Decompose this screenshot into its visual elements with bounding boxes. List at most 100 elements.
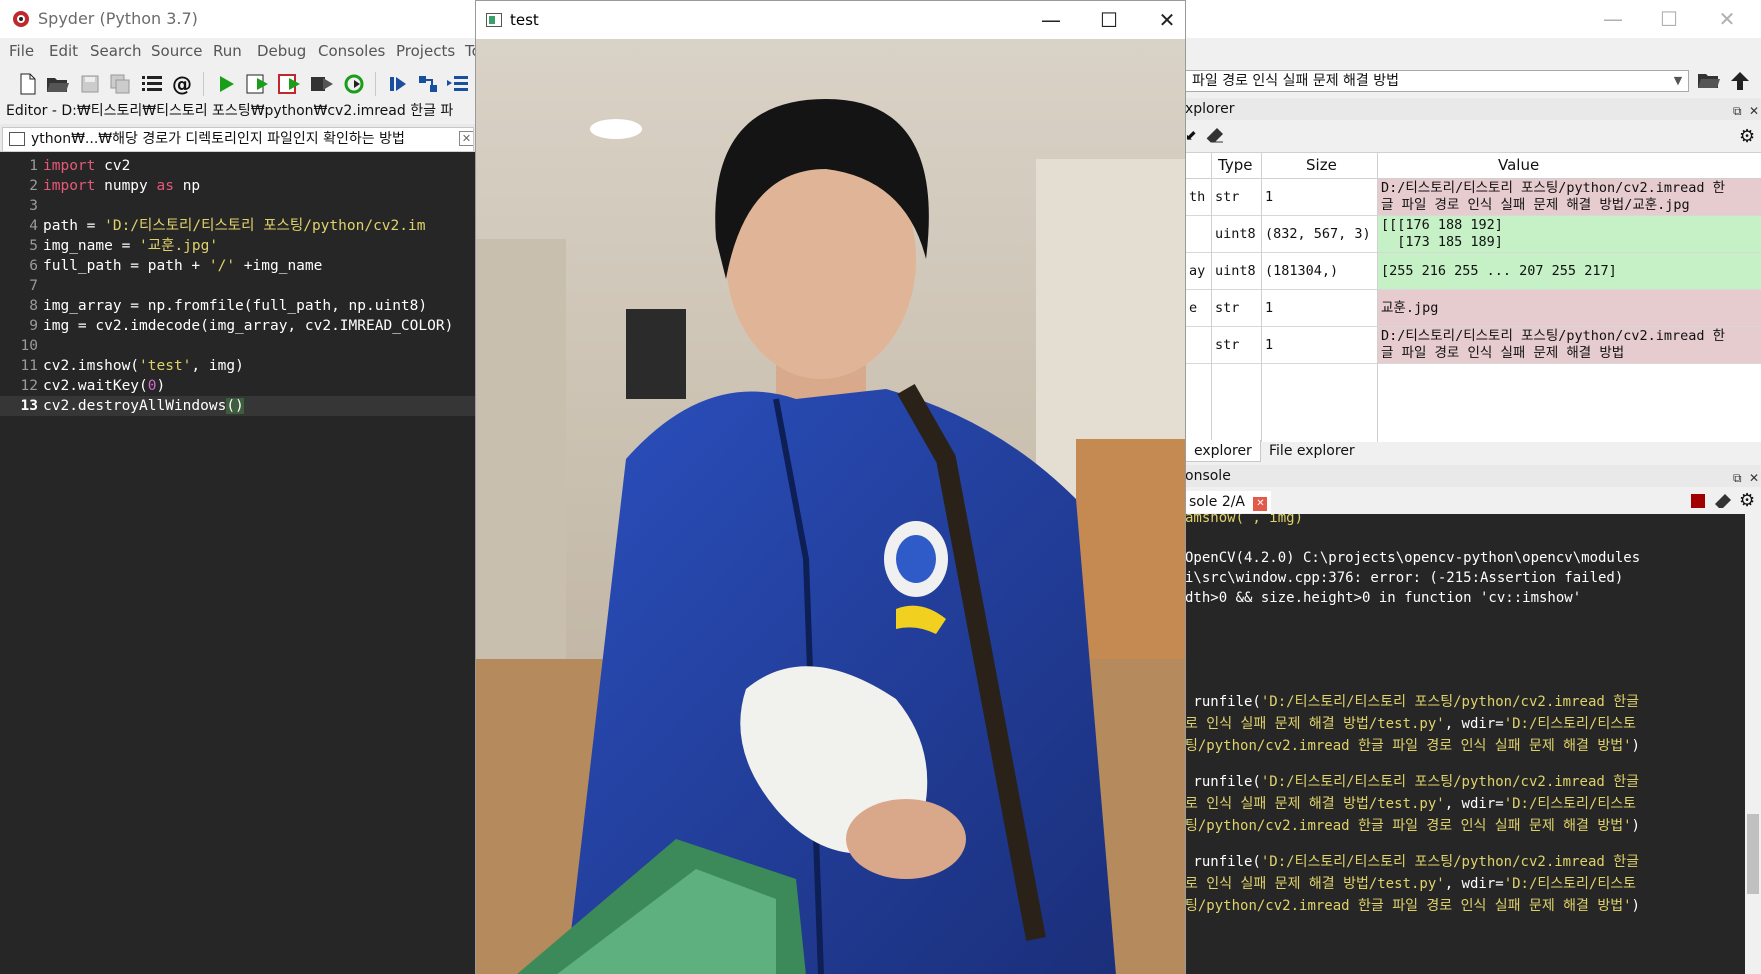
eraser-icon[interactable] xyxy=(1205,126,1225,148)
code-line: 9 img = cv2.imdecode(img_array, cv2.IMREA… xyxy=(29,318,454,334)
console-line: 로 인식 실패 문제 해결 방법/test.py', wdir='D:/티스토리… xyxy=(1185,716,1637,732)
variable-row[interactable]: str 1 D:/티스토리/티스토리 포스팅/python/cv2.imread… xyxy=(1185,327,1761,364)
console-tabbar: sole 2/A ✕ ⚙ xyxy=(1185,488,1761,514)
stop-icon[interactable] xyxy=(1691,494,1705,508)
editor-tab-label: ython₩...₩해당 경로가 디렉토리인지 파일인지 확인하는 방법 xyxy=(31,131,405,147)
console-line: 팅/python/cv2.imread 한글 파일 경로 인식 실패 문제 해결… xyxy=(1185,738,1640,754)
menu-search[interactable]: Search xyxy=(90,42,142,60)
image-window-title: test xyxy=(510,11,539,29)
variable-type: str xyxy=(1215,337,1240,353)
browse-folder-icon[interactable] xyxy=(1697,70,1721,94)
step-into-icon[interactable] xyxy=(444,70,472,98)
code-line: 12 cv2.waitKey(0) xyxy=(20,378,166,394)
variable-row[interactable]: ay uint8 (181304,) [255 216 255 ... 207 … xyxy=(1185,253,1761,290)
column-divider xyxy=(1211,153,1212,442)
code-line: 5 img_name = '교훈.jpg' xyxy=(29,238,219,254)
working-directory-combo[interactable]: 파일 경로 인식 실패 문제 해결 방법 ▼ xyxy=(1185,70,1689,92)
gear-icon[interactable]: ⚙ xyxy=(1739,490,1755,511)
console-line: dth>0 && size.height>0 in function 'cv::… xyxy=(1185,590,1582,606)
photo-of-person xyxy=(476,39,1185,974)
parent-directory-icon[interactable] xyxy=(1729,70,1751,96)
minimize-icon[interactable]: — xyxy=(1036,7,1066,33)
file-list-icon[interactable] xyxy=(138,70,166,98)
column-header-type[interactable]: Type xyxy=(1218,156,1252,174)
editor-file-tab[interactable]: ython₩...₩해당 경로가 디렉토리인지 파일인지 확인하는 방법 ✕ xyxy=(2,127,474,151)
explorer-tabbar: explorer File explorer xyxy=(1185,438,1761,464)
save-icon[interactable] xyxy=(76,70,104,98)
variable-type: str xyxy=(1215,300,1240,316)
menu-edit[interactable]: Edit xyxy=(49,42,78,60)
menu-run[interactable]: Run xyxy=(213,42,242,60)
menu-projects[interactable]: Projects xyxy=(396,42,455,60)
minimize-icon[interactable]: — xyxy=(1600,6,1626,32)
run-icon[interactable] xyxy=(212,70,240,98)
variable-size: 1 xyxy=(1265,300,1274,316)
right-panes: 파일 경로 인식 실패 문제 해결 방법 ▼ xplorer ⧉ ✕ ⬋ ⚙ T… xyxy=(1185,38,1761,974)
eraser-icon[interactable] xyxy=(1713,492,1733,514)
new-file-icon[interactable] xyxy=(14,70,42,98)
tab-file-explorer[interactable]: File explorer xyxy=(1261,440,1363,462)
tab-close-icon[interactable]: ✕ xyxy=(459,131,473,146)
column-divider xyxy=(1377,153,1378,442)
console-line: 팅/python/cv2.imread 한글 파일 경로 인식 실패 문제 해결… xyxy=(1185,898,1640,914)
tab-variable-explorer[interactable]: explorer xyxy=(1185,440,1261,462)
maximize-icon[interactable]: ☐ xyxy=(1656,6,1682,32)
gear-icon[interactable]: ⚙ xyxy=(1739,126,1755,147)
chevron-down-icon[interactable]: ▼ xyxy=(1670,71,1686,91)
ipython-console-title: onsole ⧉ ✕ xyxy=(1185,465,1761,487)
console-line: amshow( , img) xyxy=(1185,514,1304,526)
variable-name: th xyxy=(1189,189,1206,205)
variable-row[interactable]: th str 1 D:/티스토리/티스토리 포스팅/python/cv2.imr… xyxy=(1185,179,1761,216)
variable-name: e xyxy=(1189,300,1198,316)
close-icon[interactable]: ✕ xyxy=(1714,6,1740,32)
maximize-icon[interactable]: ☐ xyxy=(1094,7,1124,33)
menu-file[interactable]: File xyxy=(9,42,34,60)
window-title: Spyder (Python 3.7) xyxy=(38,9,198,28)
undock-icon[interactable]: ⧉ xyxy=(1733,100,1742,122)
column-header-size[interactable]: Size xyxy=(1306,156,1337,174)
run-selection-icon[interactable] xyxy=(308,70,336,98)
save-all-icon[interactable] xyxy=(106,70,134,98)
menu-consoles[interactable]: Consoles xyxy=(318,42,385,60)
code-line: 10 xyxy=(20,338,38,354)
scrollbar-thumb[interactable] xyxy=(1747,814,1759,894)
working-directory-value: 파일 경로 인식 실패 문제 해결 방법 xyxy=(1192,73,1400,89)
import-data-icon[interactable]: ⬋ xyxy=(1185,128,1197,144)
variable-size: 1 xyxy=(1265,337,1274,353)
menu-source[interactable]: Source xyxy=(151,42,203,60)
variable-row[interactable]: e str 1 교훈.jpg xyxy=(1185,290,1761,327)
working-directory-bar: 파일 경로 인식 실패 문제 해결 방법 ▼ xyxy=(1185,68,1761,96)
open-file-icon[interactable] xyxy=(44,70,72,98)
step-icon[interactable] xyxy=(414,70,442,98)
variable-name: ay xyxy=(1189,263,1206,279)
editor-tabbar: ython₩...₩해당 경로가 디렉토리인지 파일인지 확인하는 방법 ✕ xyxy=(0,124,475,152)
console-scrollbar[interactable] xyxy=(1745,514,1761,974)
console-tab[interactable]: sole 2/A ✕ xyxy=(1185,491,1272,513)
variable-value: [255 216 255 ... 207 255 217] xyxy=(1377,253,1761,289)
image-window-titlebar[interactable]: test — ☐ ✕ xyxy=(476,1,1185,39)
run-cell-advance-icon[interactable] xyxy=(276,70,304,98)
pane-close-icon[interactable]: ✕ xyxy=(1749,100,1759,122)
toolbar-separator xyxy=(375,72,376,96)
close-icon[interactable]: ✕ xyxy=(1152,7,1182,33)
rerun-icon[interactable] xyxy=(340,70,368,98)
ipython-console[interactable]: amshow( , img) OpenCV(4.2.0) C:\projects… xyxy=(1185,514,1745,974)
column-header-value[interactable]: Value xyxy=(1498,156,1539,174)
variable-table-header: Type Size Value xyxy=(1185,153,1761,179)
at-icon[interactable]: @ xyxy=(168,70,196,98)
undock-icon[interactable]: ⧉ xyxy=(1733,467,1742,489)
code-editor[interactable]: 1 import cv2 2 import numpy as np 3 4 path … xyxy=(0,152,475,974)
main-toolbar: @ xyxy=(0,66,475,102)
menu-debug[interactable]: Debug xyxy=(257,42,306,60)
variable-value: [[[176 188 192] [173 185 189] xyxy=(1377,216,1761,252)
tab-close-icon[interactable]: ✕ xyxy=(1253,497,1268,511)
debug-icon[interactable] xyxy=(384,70,412,98)
run-cell-icon[interactable] xyxy=(244,70,272,98)
variable-explorer-title: xplorer ⧉ ✕ xyxy=(1185,98,1761,120)
console-line: OpenCV(4.2.0) C:\projects\opencv-python\… xyxy=(1185,550,1641,566)
opencv-image-window[interactable]: test — ☐ ✕ xyxy=(475,0,1186,974)
spyder-logo-icon xyxy=(13,11,29,27)
variable-row[interactable]: uint8 (832, 567, 3) [[[176 188 192] [173… xyxy=(1185,216,1761,253)
code-line: 8 img_array = np.fromfile(full_path, np.u… xyxy=(29,298,428,314)
pane-close-icon[interactable]: ✕ xyxy=(1749,467,1759,489)
